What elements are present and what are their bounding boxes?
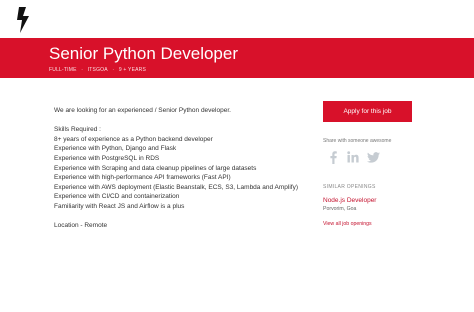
meta-separator: · xyxy=(81,67,84,73)
job-description: We are looking for an experienced / Seni… xyxy=(54,106,304,231)
job-title: Senior Python Developer xyxy=(49,44,239,63)
skill-item: 8+ years of experience as a Python backe… xyxy=(54,135,213,143)
twitter-icon[interactable] xyxy=(366,150,380,164)
skill-item: Experience with high-performance API fra… xyxy=(54,174,231,182)
skill-item: Experience with PostgreSQL in RDS xyxy=(54,154,160,162)
job-experience: 9 + YEARS xyxy=(118,67,146,73)
similar-job-location: Porvorim, Goa xyxy=(323,206,357,212)
lightning-bolt-logo-icon[interactable] xyxy=(16,7,32,33)
apply-button[interactable]: Apply for this job xyxy=(323,101,412,122)
job-type: FULL-TIME xyxy=(49,67,77,73)
similar-openings-heading: SIMILAR OPENINGS xyxy=(323,184,376,190)
skill-item: Experience with Python, Django and Flask xyxy=(54,145,177,153)
share-label: Share with someone awesome xyxy=(323,138,392,144)
job-location: Location - Remote xyxy=(54,222,108,230)
similar-job-link[interactable]: Node.js Developer xyxy=(323,197,376,204)
job-meta: FULL-TIME · ITSGOA · 9 + YEARS xyxy=(49,67,149,73)
description-intro: We are looking for an experienced / Seni… xyxy=(54,107,231,114)
view-all-openings-link[interactable]: View all job openings xyxy=(323,221,372,227)
job-header-banner: Senior Python Developer FULL-TIME · ITSG… xyxy=(0,38,474,78)
linkedin-icon[interactable] xyxy=(346,150,360,164)
skill-item: Experience with CI/CD and containerizati… xyxy=(54,193,180,201)
meta-separator: · xyxy=(112,67,115,73)
facebook-icon[interactable] xyxy=(328,150,338,164)
skill-item: Experience with AWS deployment (Elastic … xyxy=(54,183,298,191)
skill-item: Familiarity with React JS and Airflow is… xyxy=(54,202,185,210)
top-bar xyxy=(0,0,474,38)
job-company: ITSGOA xyxy=(87,67,108,73)
skill-item: Experience with Scraping and data cleanu… xyxy=(54,164,257,172)
skills-heading: Skills Required : xyxy=(54,126,101,134)
